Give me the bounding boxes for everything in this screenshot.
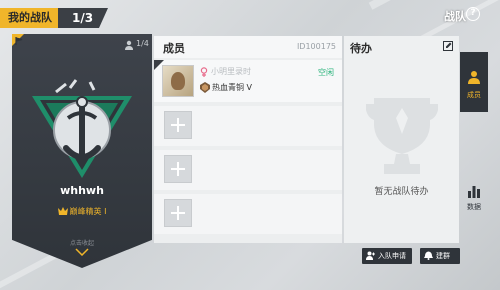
todo-panel: 待办 暂无战队待办: [344, 36, 459, 243]
collapse-toggle[interactable]: 点击收起: [12, 238, 152, 247]
help-icon[interactable]: ?: [466, 7, 480, 21]
chevron-down-icon[interactable]: [75, 248, 89, 256]
create-group-button[interactable]: 建群: [420, 248, 460, 264]
todo-title: 待办: [350, 42, 372, 55]
tab-members[interactable]: 成员: [460, 52, 488, 112]
member-icon: [125, 40, 133, 50]
team-name: whhwh: [60, 184, 104, 197]
join-requests-label: 入队申请: [378, 252, 406, 260]
team-rank: 巅峰精英 I: [12, 206, 152, 217]
bar-chart-icon: [468, 186, 480, 198]
members-title: 成员: [163, 42, 185, 55]
empty-member-slot[interactable]: [154, 106, 342, 146]
player-status: 空闲: [318, 68, 334, 77]
tier-bronze-icon: [200, 82, 210, 93]
member-count: 1/4: [136, 39, 149, 48]
edit-icon[interactable]: [443, 41, 453, 51]
team-emblem: [32, 79, 132, 178]
member-row[interactable]: 小明里录时 空闲 热血青铜 V: [154, 60, 342, 102]
add-icon[interactable]: [164, 111, 192, 139]
page-title: 战队: [444, 10, 466, 23]
flag-icon: [15, 37, 23, 45]
rank-icon: [57, 207, 68, 215]
player-name: 小明里录时: [211, 67, 251, 76]
empty-member-slot[interactable]: [154, 194, 342, 234]
team-count-tab[interactable]: 1/3: [58, 8, 108, 28]
avatar-figure: [171, 72, 185, 90]
create-group-label: 建群: [436, 252, 450, 260]
join-requests-button[interactable]: 入队申请: [362, 248, 412, 264]
tab-members-label: 成员: [467, 91, 481, 99]
tab-my-team[interactable]: 我的战队: [0, 8, 58, 28]
add-icon[interactable]: [164, 155, 192, 183]
members-header: 成员 ID100175: [154, 36, 342, 58]
bell-icon: [424, 251, 433, 260]
tab-data[interactable]: 数据: [460, 172, 488, 232]
members-panel: 成员 ID100175 小明里录时 空闲 热血青铜 V: [154, 36, 342, 243]
top-bar: 我的战队 1/3 战队 ?: [0, 0, 500, 30]
avatar[interactable]: [162, 65, 194, 97]
team-card[interactable]: 1/4 whhwh 巅峰精英 I 点击收起: [12, 34, 152, 268]
screen: 我的战队 1/3 战队 ? 1/4 whhwh 巅峰精英 I 点击收起 成员 I…: [0, 0, 500, 290]
todo-empty-message: 暂无战队待办: [374, 187, 429, 197]
add-icon[interactable]: [164, 199, 192, 227]
gender-female-icon: [200, 67, 208, 77]
members-icon: [468, 71, 480, 84]
join-request-icon: [366, 251, 375, 260]
trophy-icon: [366, 98, 438, 174]
player-tier: 热血青铜 V: [212, 83, 253, 92]
empty-member-slot[interactable]: [154, 150, 342, 190]
team-rank-label: 巅峰精英 I: [69, 207, 107, 216]
tab-data-label: 数据: [467, 203, 481, 211]
team-id: ID100175: [296, 42, 336, 51]
